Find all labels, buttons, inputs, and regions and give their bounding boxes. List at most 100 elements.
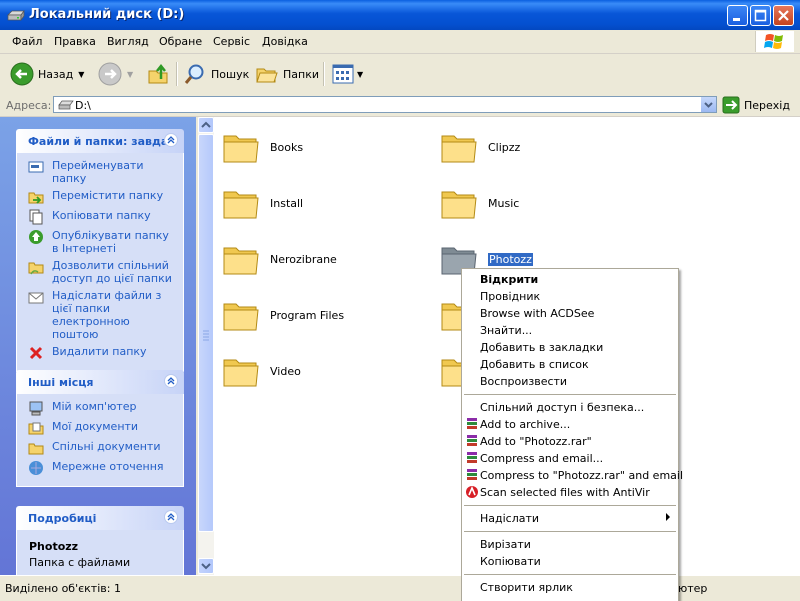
folder-item[interactable]: Books xyxy=(222,128,303,166)
place-label: Спільні документи xyxy=(52,440,161,453)
folder-icon xyxy=(441,191,477,219)
views-dropdown-icon[interactable]: ▼ xyxy=(357,70,363,79)
folder-icon xyxy=(223,303,259,331)
toolbar-separator xyxy=(323,62,325,86)
folder-name: Video xyxy=(270,364,301,378)
menu-copy[interactable]: Копіювати xyxy=(462,553,678,570)
rename-icon xyxy=(28,161,44,173)
place-network[interactable]: Мережне оточення xyxy=(17,460,183,476)
menu-file[interactable]: Файл xyxy=(12,35,42,48)
title-bar[interactable]: Локальний диск (D:) xyxy=(0,0,800,30)
maximize-button[interactable] xyxy=(750,5,771,26)
place-my-documents[interactable]: Мої документи xyxy=(17,420,183,436)
menu-add-playlist[interactable]: Добавить в список xyxy=(462,356,678,373)
place-my-computer[interactable]: Мій комп'ютер xyxy=(17,400,183,416)
maximize-icon xyxy=(754,9,767,22)
forward-dropdown-icon[interactable]: ▼ xyxy=(127,70,133,79)
share-folder-icon xyxy=(28,262,44,275)
minimize-button[interactable] xyxy=(727,5,748,26)
collapse-button[interactable] xyxy=(164,510,178,524)
windows-flag-icon xyxy=(764,34,783,49)
close-button[interactable] xyxy=(773,5,794,26)
menu-add-to-archive[interactable]: Add to archive... xyxy=(462,416,678,433)
go-label: Перехід xyxy=(744,98,790,112)
windows-logo xyxy=(755,31,794,52)
menu-view[interactable]: Вигляд xyxy=(107,35,149,48)
menu-sharing-security[interactable]: Спільний доступ і безпека... xyxy=(462,399,678,416)
menu-send-to[interactable]: Надіслати xyxy=(462,510,678,527)
menu-item-label: Добавить в закладки xyxy=(480,341,604,354)
folder-item[interactable]: Install xyxy=(222,184,303,222)
task-email-folder[interactable]: Надіслати файли з цієї папки електронною… xyxy=(17,289,183,341)
folder-icon xyxy=(223,135,259,163)
scroll-down-button[interactable] xyxy=(198,558,214,574)
collapse-button[interactable] xyxy=(164,133,178,147)
up-button[interactable] xyxy=(147,60,171,88)
go-button[interactable]: Перехід xyxy=(722,96,790,114)
back-dropdown-icon[interactable]: ▼ xyxy=(78,70,84,79)
menu-play[interactable]: Воспроизвести xyxy=(462,373,678,390)
menu-compress-email[interactable]: Compress and email... xyxy=(462,450,678,467)
task-publish-folder[interactable]: Опублікувати папку в Інтернеті xyxy=(17,229,183,255)
folder-name: Program Files xyxy=(270,308,345,322)
folder-name: Clipzz xyxy=(488,140,521,154)
folder-item[interactable]: Video xyxy=(222,352,301,390)
menu-favorites[interactable]: Обране xyxy=(159,35,202,48)
tasks-box-header[interactable]: Файли й папки: завдан xyxy=(16,129,184,153)
menu-create-shortcut[interactable]: Створити ярлик xyxy=(462,579,678,596)
back-arrow-icon xyxy=(10,62,34,86)
menu-cut[interactable]: Вирізати xyxy=(462,536,678,553)
back-button[interactable]: Назад ▼ xyxy=(10,60,84,88)
close-icon xyxy=(778,10,789,21)
task-delete-folder[interactable]: Видалити папку xyxy=(17,345,183,361)
menu-item-label: Вирізати xyxy=(480,538,531,551)
details-type: Папка с файлами xyxy=(29,556,131,569)
scroll-thumb[interactable] xyxy=(198,134,214,532)
address-input[interactable]: D:\ xyxy=(53,96,717,113)
menu-scan-antivir[interactable]: Scan selected files with AntiVir xyxy=(462,484,678,501)
vertical-scrollbar[interactable] xyxy=(198,117,214,575)
folder-item[interactable]: Program Files xyxy=(222,296,344,334)
task-copy-folder[interactable]: Копіювати папку xyxy=(17,209,183,225)
folder-icon xyxy=(223,247,259,275)
task-label: Перемістити папку xyxy=(52,189,164,202)
menu-item-label: Compress to "Photozz.rar" and email xyxy=(480,469,684,482)
views-button[interactable]: ▼ xyxy=(331,60,363,88)
task-rename-folder[interactable]: Перейменувати папку xyxy=(17,159,183,185)
grip-icon xyxy=(203,330,209,341)
chevron-down-icon xyxy=(201,563,211,570)
folder-item[interactable]: Clipzz xyxy=(440,128,520,166)
folder-item[interactable]: Music xyxy=(440,184,519,222)
computer-icon xyxy=(29,401,43,416)
forward-button[interactable]: ▼ xyxy=(98,60,133,88)
address-dropdown-button[interactable] xyxy=(700,97,716,112)
menu-find[interactable]: Знайти... xyxy=(462,322,678,339)
places-box-header[interactable]: Інші місця xyxy=(16,370,184,394)
task-share-folder[interactable]: Дозволити спільний доступ до цієї папки xyxy=(17,259,183,285)
task-move-folder[interactable]: Перемістити папку xyxy=(17,189,183,205)
menu-help[interactable]: Довідка xyxy=(262,35,308,48)
menu-browse-acdsee[interactable]: Browse with ACDSee xyxy=(462,305,678,322)
menu-edit[interactable]: Правка xyxy=(54,35,96,48)
details-box-header[interactable]: Подробиці xyxy=(16,506,184,530)
window-title: Локальний диск (D:) xyxy=(29,7,185,22)
scroll-up-button[interactable] xyxy=(198,117,214,133)
back-label: Назад xyxy=(38,67,74,81)
menu-open[interactable]: Відкрити xyxy=(462,271,678,288)
address-bar: Адреса: D:\ Перехід xyxy=(0,94,800,117)
menu-item-label: Відкрити xyxy=(480,273,539,286)
chevron-down-icon xyxy=(704,102,713,108)
folder-item[interactable]: Nerozibrane xyxy=(222,240,337,278)
status-location: ютер xyxy=(678,582,708,595)
search-button[interactable]: Пошук xyxy=(183,60,249,88)
menu-add-bookmark[interactable]: Добавить в закладки xyxy=(462,339,678,356)
submenu-arrow-icon xyxy=(666,513,670,521)
menu-explore[interactable]: Провідник xyxy=(462,288,678,305)
menu-compress-rar-email[interactable]: Compress to "Photozz.rar" and email xyxy=(462,467,683,484)
menu-item-label: Add to "Photozz.rar" xyxy=(480,435,592,448)
collapse-button[interactable] xyxy=(164,374,178,388)
menu-add-to-rar[interactable]: Add to "Photozz.rar" xyxy=(462,433,678,450)
place-shared-documents[interactable]: Спільні документи xyxy=(17,440,183,456)
folders-button[interactable]: Папки xyxy=(255,60,319,88)
menu-tools[interactable]: Сервіс xyxy=(213,35,250,48)
